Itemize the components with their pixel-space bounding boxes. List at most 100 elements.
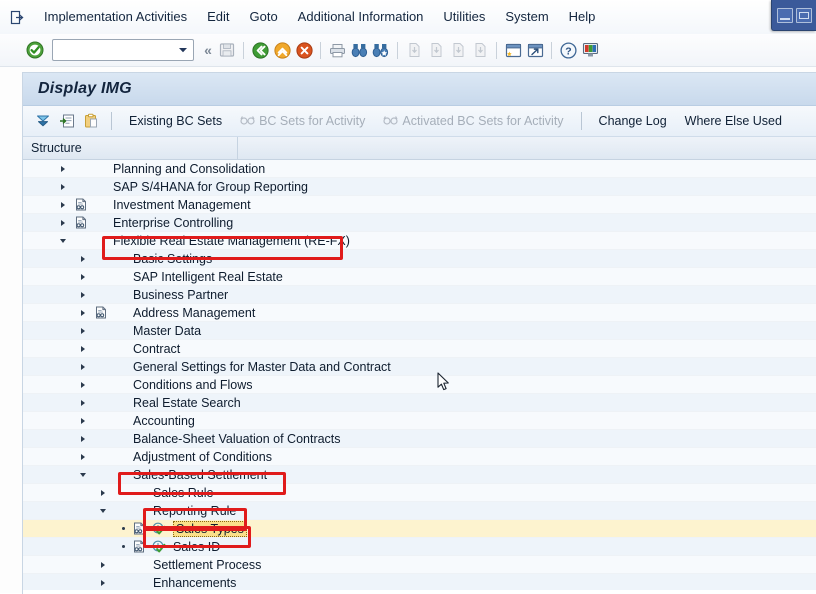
collapse-node-arrow-icon[interactable] [97,505,108,516]
tree-row-sales-based-settlement[interactable]: Sales-Based Settlement [23,466,816,484]
tree-row-label[interactable]: Enhancements [153,574,236,591]
green-check-enter-icon[interactable] [26,41,44,59]
tree-row-label[interactable]: Basic Settings [133,250,212,268]
where-else-used-button[interactable]: Where Else Used [676,109,791,133]
tree-row-balance-sheet-valuation-of-contracts[interactable]: Balance-Sheet Valuation of Contracts [23,430,816,448]
tree-row-conditions-and-flows[interactable]: Conditions and Flows [23,376,816,394]
restore-icon[interactable] [795,7,812,23]
tree-row-business-partner[interactable]: Business Partner [23,286,816,304]
expand-node-icon[interactable] [55,109,79,133]
documentation-icon[interactable] [75,216,88,229]
tree-row-adjustment-of-conditions[interactable]: Adjustment of Conditions [23,448,816,466]
expand-node-arrow-icon[interactable] [77,451,88,462]
tree-row-real-estate-search[interactable]: Real Estate Search [23,394,816,412]
expand-node-arrow-icon[interactable] [97,559,108,570]
expand-node-arrow-icon[interactable] [77,415,88,426]
back-icon[interactable] [249,38,271,62]
tree-row-contract[interactable]: Contract [23,340,816,358]
tree-row-label[interactable]: Real Estate Search [133,394,241,412]
tree-row-enterprise-controlling[interactable]: Enterprise Controlling [23,214,816,232]
tree-row-address-management[interactable]: Address Management [23,304,816,322]
expand-node-arrow-icon[interactable] [77,307,88,318]
collapse-node-arrow-icon[interactable] [77,469,88,480]
collapse-toolbar-icon[interactable]: « [200,42,216,58]
tree-row-flexible-real-estate-management[interactable]: Flexible Real Estate Management (RE-FX) [23,232,816,250]
tree-row-label[interactable]: Settlement Process [153,556,261,574]
find-next-icon[interactable] [370,38,392,62]
img-structure-tree[interactable]: Planning and Consolidation SAP S/4HANA fo… [23,160,816,590]
tree-row-basic-settings[interactable]: Basic Settings [23,250,816,268]
expand-node-arrow-icon[interactable] [57,199,68,210]
tree-row-label[interactable]: Enterprise Controlling [113,214,233,232]
tree-row-label[interactable]: Reporting Rule [153,502,236,520]
change-log-button[interactable]: Change Log [590,109,676,133]
img-activity-icon[interactable] [152,522,166,535]
create-shortcut-icon[interactable] [524,38,546,62]
column-header-structure[interactable]: Structure [23,137,238,159]
menu-implementation-activities[interactable]: Implementation Activities [34,0,197,34]
tree-row-label[interactable]: Investment Management [113,196,251,214]
tree-row-label[interactable]: SAP S/4HANA for Group Reporting [113,178,308,196]
tree-row-label[interactable]: Adjustment of Conditions [133,448,272,466]
tree-row-investment-management[interactable]: Investment Management [23,196,816,214]
tree-row-master-data[interactable]: Master Data [23,322,816,340]
expand-node-arrow-icon[interactable] [77,253,88,264]
tree-row-sap-intelligent-real-estate[interactable]: SAP Intelligent Real Estate [23,268,816,286]
expand-node-arrow-icon[interactable] [57,181,68,192]
menu-additional-information[interactable]: Additional Information [288,0,434,34]
command-field[interactable] [52,39,194,61]
collapse-node-arrow-icon[interactable] [57,235,68,246]
tree-row-settlement-process[interactable]: Settlement Process [23,556,816,574]
cancel-icon[interactable] [293,38,315,62]
img-activity-icon[interactable] [152,540,166,553]
tree-row-label[interactable]: Sales Rule [153,484,213,502]
print-icon[interactable] [326,38,348,62]
expand-node-arrow-icon[interactable] [77,361,88,372]
expand-node-arrow-icon[interactable] [77,343,88,354]
expand-node-arrow-icon[interactable] [97,487,108,498]
tree-row-label[interactable]: Contract [133,340,180,358]
save-icon[interactable] [216,38,238,62]
menu-goto[interactable]: Goto [239,0,287,34]
tree-row-label[interactable]: Flexible Real Estate Management (RE-FX) [113,232,350,250]
expand-node-arrow-icon[interactable] [57,217,68,228]
customize-local-layout-icon[interactable] [579,38,601,62]
tree-row-planning-and-consolidation[interactable]: Planning and Consolidation [23,160,816,178]
tree-row-reporting-rule[interactable]: Reporting Rule [23,502,816,520]
tree-row-label[interactable]: Planning and Consolidation [113,160,265,178]
tree-row-label[interactable]: Sales-Based Settlement [133,466,267,484]
tree-row-label[interactable]: Accounting [133,412,195,430]
session-exit-icon[interactable] [0,0,34,34]
collapse-all-icon[interactable] [31,109,55,133]
documentation-icon[interactable] [133,522,146,535]
tree-row-general-settings-for-master-data-and-contract[interactable]: General Settings for Master Data and Con… [23,358,816,376]
expand-node-arrow-icon[interactable] [77,289,88,300]
minimize-icon[interactable] [776,7,793,23]
tree-row-label[interactable]: Business Partner [133,286,228,304]
documentation-icon[interactable] [75,198,88,211]
tree-row-label[interactable]: Master Data [133,322,201,340]
expand-node-arrow-icon[interactable] [77,433,88,444]
tree-row-sales-rule[interactable]: Sales Rule [23,484,816,502]
documentation-icon[interactable] [133,540,146,553]
chevron-down-icon[interactable] [173,41,193,59]
tree-row-label[interactable]: Sales ID [173,538,220,556]
exit-icon[interactable] [271,38,293,62]
tree-row-label[interactable]: Sales Types [173,521,247,537]
tree-row-label[interactable]: SAP Intelligent Real Estate [133,268,283,286]
help-icon[interactable]: ? [557,38,579,62]
expand-node-arrow-icon[interactable] [77,379,88,390]
tree-row-label[interactable]: General Settings for Master Data and Con… [133,358,391,376]
tree-row-sap-s4hana-for-group-reporting[interactable]: SAP S/4HANA for Group Reporting [23,178,816,196]
documentation-icon[interactable] [95,306,108,319]
tree-row-label[interactable]: Address Management [133,304,255,322]
window-controls-widget[interactable] [771,0,816,31]
expand-node-arrow-icon[interactable] [97,577,108,588]
tree-row-accounting[interactable]: Accounting [23,412,816,430]
expand-node-arrow-icon[interactable] [57,163,68,174]
menu-edit[interactable]: Edit [197,0,239,34]
tree-row-label[interactable]: Conditions and Flows [133,376,253,394]
menu-help[interactable]: Help [559,0,606,34]
menu-system[interactable]: System [495,0,558,34]
command-input[interactable] [53,41,173,59]
